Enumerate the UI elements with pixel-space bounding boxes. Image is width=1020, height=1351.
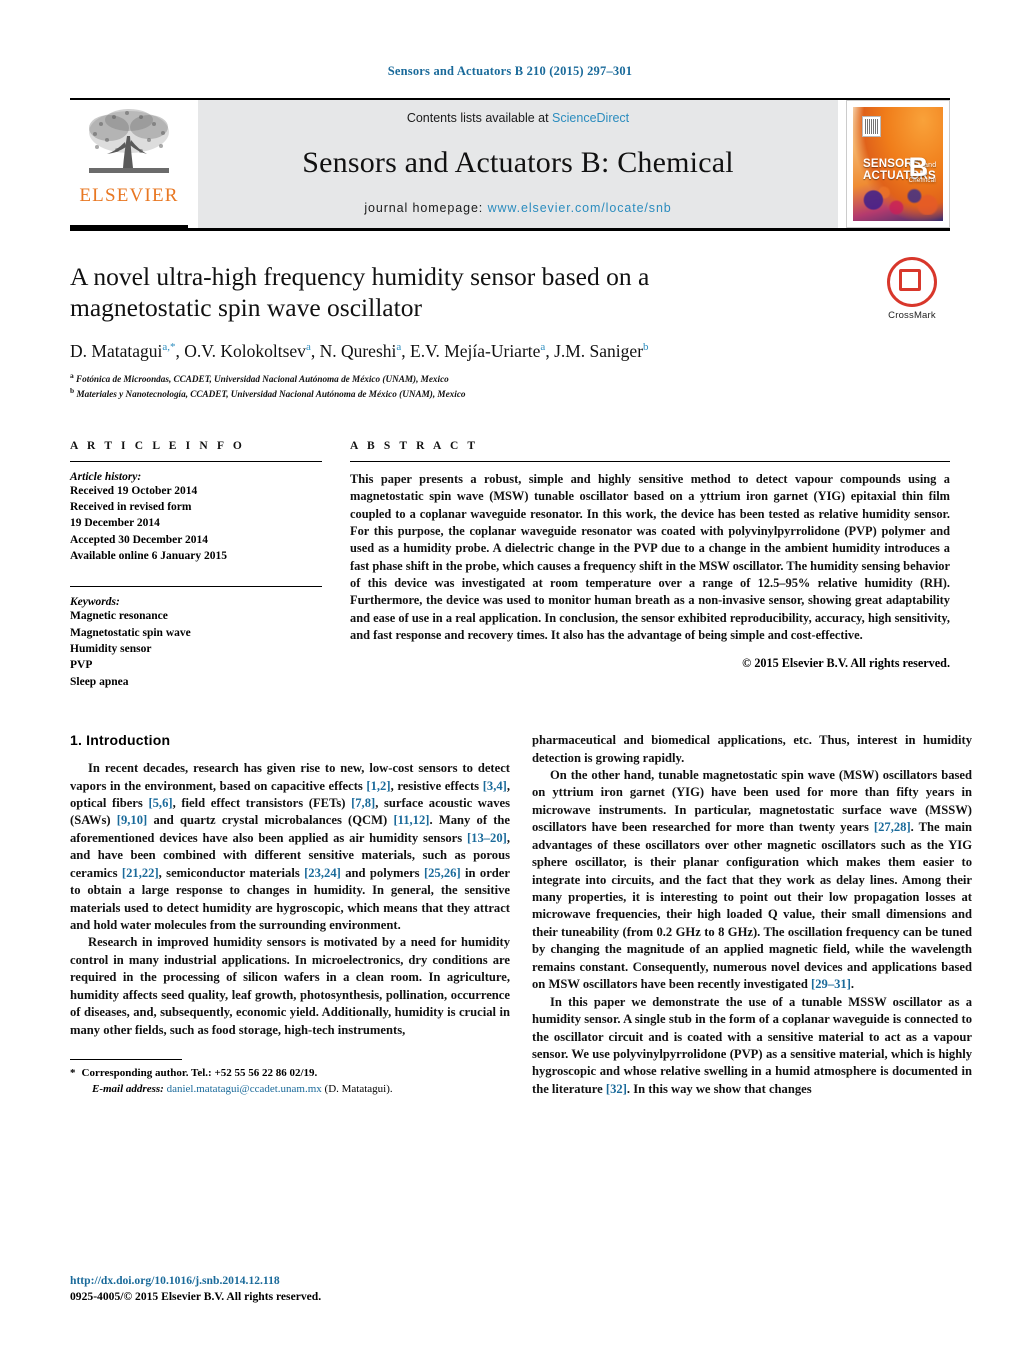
cover-series-sub: Chemical <box>908 177 936 184</box>
body-column-left: 1. Introduction In recent decades, resea… <box>70 732 510 1098</box>
corresponding-author-text: Corresponding author. Tel.: +52 55 56 22… <box>81 1067 318 1080</box>
affiliation-a-text: Fotónica de Microondas, CCADET, Universi… <box>76 374 449 385</box>
citation-ref[interactable]: [32] <box>606 1082 627 1096</box>
affiliation-a: a Fotónica de Microondas, CCADET, Univer… <box>70 370 449 385</box>
citation-ref[interactable]: [27,28] <box>874 820 911 834</box>
email-link[interactable]: daniel.matatagui@ccadet.unam.mx <box>167 1083 322 1095</box>
journal-cover-thumbnail: SENSORS and ACTUATORS B Chemical <box>846 100 950 228</box>
paragraph: pharmaceutical and biomedical applicatio… <box>532 733 972 765</box>
author-list: D. Matataguia,*, O.V. Kolokoltseva, N. Q… <box>70 341 649 362</box>
section-heading-introduction: 1. Introduction <box>70 732 171 749</box>
crossmark-icon <box>887 257 937 307</box>
citation-ref[interactable]: [23,24] <box>304 866 341 880</box>
affiliations: a Fotónica de Microondas, CCADET, Univer… <box>70 371 950 402</box>
email-note: E-mail address: daniel.matatagui@ccadet.… <box>70 1082 510 1098</box>
email-label: E-mail address: <box>92 1083 164 1096</box>
running-head: Sensors and Actuators B 210 (2015) 297–3… <box>387 64 633 78</box>
issn-copyright: 0925-4005/© 2015 Elsevier B.V. All right… <box>70 1289 322 1303</box>
abstract-column: A B S T R A C T This paper presents a ro… <box>350 440 950 690</box>
cover-elsevier-mark-icon <box>862 116 881 137</box>
journal-article-page: Sensors and Actuators B 210 (2015) 297–3… <box>0 0 1020 1351</box>
footnote-rule <box>70 1059 182 1061</box>
article-header: CrossMark A novel ultra-high frequency h… <box>70 257 950 402</box>
body-columns: 1. Introduction In recent decades, resea… <box>70 732 972 1098</box>
journal-title: Sensors and Actuators B: Chemical <box>302 146 734 179</box>
keywords-block: Keywords: Magnetic resonance Magnetostat… <box>70 586 322 690</box>
citation-ref[interactable]: [9,10] <box>117 813 147 827</box>
article-info-rule <box>70 460 322 462</box>
page-footer: http://dx.doi.org/10.1016/j.snb.2014.12.… <box>70 1273 510 1305</box>
citation-ref[interactable]: [5,6] <box>148 796 172 810</box>
abstract-copyright: © 2015 Elsevier B.V. All rights reserved… <box>742 656 950 671</box>
keywords-label: Keywords: <box>70 596 120 609</box>
page-title: A novel ultra-high frequency humidity se… <box>70 262 650 323</box>
citation-ref[interactable]: [3,4] <box>483 779 507 793</box>
history-item: Available online 6 January 2015 <box>70 550 227 563</box>
cover-artwork: SENSORS and ACTUATORS B Chemical <box>853 107 943 221</box>
paragraph: In recent decades, research has given ri… <box>70 761 511 932</box>
history-item: Received 19 October 2014 <box>70 484 198 497</box>
footnote-star: * <box>70 1067 76 1080</box>
sciencedirect-link[interactable]: ScienceDirect <box>552 111 629 125</box>
citation-ref[interactable]: [1,2] <box>366 779 390 793</box>
citation-ref[interactable]: [13–20] <box>467 831 507 845</box>
keyword-item: Sleep apnea <box>70 675 129 688</box>
citation-ref[interactable]: [21,22] <box>122 866 159 880</box>
info-abstract-row: A R T I C L E I N F O Article history: R… <box>70 440 950 690</box>
paragraph: In this paper we demonstrate the use of … <box>532 994 972 1096</box>
elsevier-tree-icon <box>89 109 169 173</box>
history-item: 19 December 2014 <box>70 517 160 530</box>
history-item: Received in revised form <box>70 501 192 514</box>
article-info-heading: A R T I C L E I N F O <box>70 439 245 452</box>
journal-homepage-line: journal homepage: www.elsevier.com/locat… <box>364 201 671 215</box>
article-info-column: A R T I C L E I N F O Article history: R… <box>70 440 322 690</box>
journal-homepage-link[interactable]: www.elsevier.com/locate/snb <box>488 201 672 215</box>
keyword-item: Humidity sensor <box>70 643 152 656</box>
keyword-item: Magnetic resonance <box>70 610 168 623</box>
citation-ref[interactable]: [7,8] <box>351 796 375 810</box>
citation-ref[interactable]: [11,12] <box>393 813 429 827</box>
keyword-item: PVP <box>70 659 93 672</box>
paragraph: On the other hand, tunable magnetostatic… <box>532 767 972 992</box>
abstract-rule <box>350 460 950 462</box>
affiliation-b: b Materiales y Nanotecnología, CCADET, U… <box>70 386 466 400</box>
citation-ref[interactable]: [25,26] <box>424 866 461 880</box>
article-history-label: Article history: <box>70 470 142 483</box>
keyword-item: Magnetostatic spin wave <box>70 626 191 639</box>
citation-ref[interactable]: [29–31] <box>811 977 851 991</box>
contents-prefix: Contents lists available at <box>406 111 553 125</box>
email-suffix: (D. Matatagui). <box>324 1083 393 1096</box>
contents-available-line: Contents lists available at ScienceDirec… <box>407 111 629 125</box>
corresponding-author-note: * Corresponding author. Tel.: +52 55 56 2… <box>70 1066 510 1082</box>
doi-link[interactable]: http://dx.doi.org/10.1016/j.snb.2014.12.… <box>70 1273 510 1289</box>
abstract-text: This paper presents a robust, simple and… <box>350 471 950 643</box>
journal-masthead: ELSEVIER Contents lists available at Sci… <box>70 98 950 228</box>
body-column-right: pharmaceutical and biomedical applicatio… <box>532 732 972 1098</box>
masthead-bottom-rule <box>70 228 950 231</box>
crossmark-label: CrossMark <box>888 310 936 321</box>
homepage-prefix: journal homepage: <box>364 201 488 215</box>
elsevier-logo: ELSEVIER <box>70 100 188 228</box>
history-item: Accepted 30 December 2014 <box>70 533 209 546</box>
crossmark-badge[interactable]: CrossMark <box>874 257 950 321</box>
footnote-block: * Corresponding author. Tel.: +52 55 56 2… <box>70 1059 510 1098</box>
abstract-heading: A B S T R A C T <box>350 439 479 452</box>
elsevier-wordmark: ELSEVIER <box>79 185 179 206</box>
journal-band: Contents lists available at ScienceDirec… <box>198 100 838 228</box>
cover-series-letter: B Chemical <box>908 154 936 184</box>
affiliation-b-text: Materiales y Nanotecnología, CCADET, Uni… <box>76 389 466 400</box>
paragraph: Research in improved humidity sensors is… <box>70 935 510 1037</box>
keywords-rule <box>70 586 322 588</box>
